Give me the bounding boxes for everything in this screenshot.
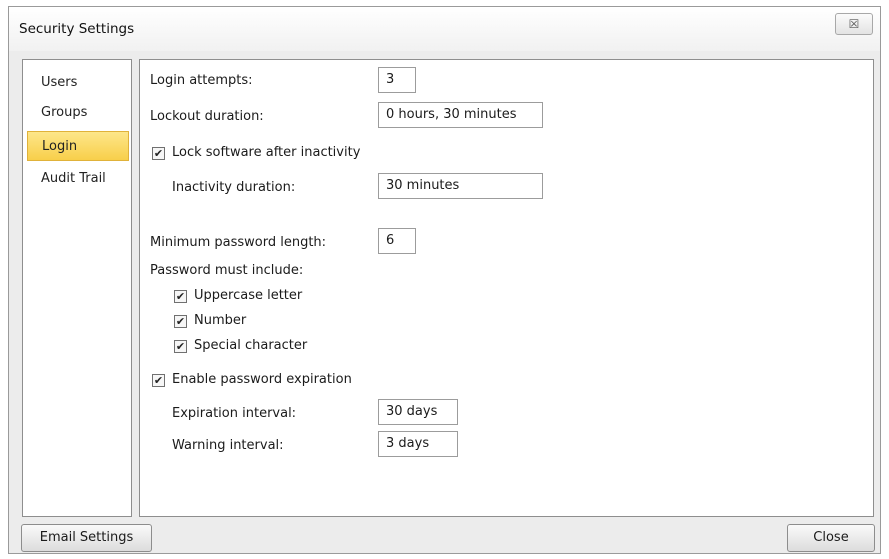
number-label: Number [194,313,247,328]
inactivity-duration-input[interactable]: 30 minutes [378,173,543,199]
enable-expiration-label: Enable password expiration [172,372,352,387]
uppercase-checkbox[interactable]: ✔ [174,290,187,303]
lockout-duration-label: Lockout duration: [150,109,264,124]
expiration-interval-input[interactable]: 30 days [378,399,458,425]
title-bar: Security Settings ☒ [9,7,880,51]
settings-sidebar: Users Groups Login Audit Trail [22,59,132,517]
warning-interval-label: Warning interval: [172,438,284,453]
special-character-checkbox[interactable]: ✔ [174,340,187,353]
sidebar-item-audit-trail[interactable]: Audit Trail [27,164,129,194]
special-character-label: Special character [194,338,308,353]
close-window-icon[interactable]: ☒ [835,13,873,35]
min-password-length-label: Minimum password length: [150,235,327,250]
email-settings-button[interactable]: Email Settings [21,524,152,552]
inactivity-duration-label: Inactivity duration: [172,180,296,195]
sidebar-item-login[interactable]: Login [27,131,129,161]
lock-inactivity-checkbox[interactable]: ✔ [152,147,165,160]
close-button[interactable]: Close [787,524,875,552]
sidebar-item-users[interactable]: Users [27,68,129,98]
password-must-include-label: Password must include: [150,263,304,278]
sidebar-item-groups[interactable]: Groups [27,98,129,128]
number-checkbox[interactable]: ✔ [174,315,187,328]
warning-interval-input[interactable]: 3 days [378,431,458,457]
window-title: Security Settings [19,21,135,37]
min-password-length-input[interactable]: 6 [378,228,416,254]
lock-inactivity-label: Lock software after inactivity [172,145,361,160]
login-attempts-label: Login attempts: [150,73,253,88]
enable-expiration-checkbox[interactable]: ✔ [152,374,165,387]
security-settings-window: Security Settings ☒ Users Groups Login A… [8,6,881,554]
login-attempts-input[interactable]: 3 [378,67,416,93]
expiration-interval-label: Expiration interval: [172,406,297,421]
lockout-duration-input[interactable]: 0 hours, 30 minutes [378,102,543,128]
uppercase-label: Uppercase letter [194,288,303,303]
login-settings-panel: Login attempts: 3 Lockout duration: 0 ho… [139,59,874,517]
